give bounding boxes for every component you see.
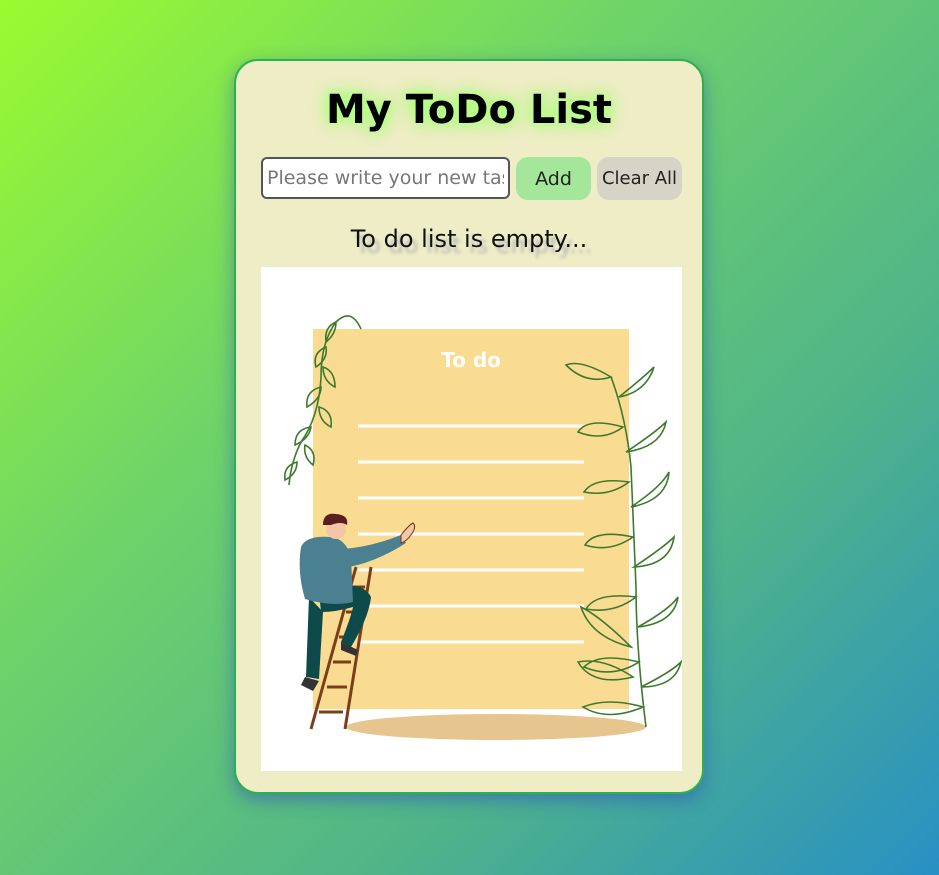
todo-board <box>313 329 629 709</box>
ground-shadow <box>346 714 646 740</box>
empty-list-message: To do list is empty... <box>350 225 588 253</box>
page-title: My ToDo List <box>326 87 612 133</box>
clear-all-button[interactable]: Clear All <box>597 157 682 200</box>
todo-card: My ToDo List Add Clear All To do list is… <box>234 59 704 794</box>
board-title: To do <box>441 348 501 372</box>
todo-board-illustration: To do <box>283 315 682 740</box>
add-button[interactable]: Add <box>516 157 591 200</box>
task-input[interactable] <box>261 157 510 199</box>
empty-list-illustration: To do <box>261 267 682 771</box>
